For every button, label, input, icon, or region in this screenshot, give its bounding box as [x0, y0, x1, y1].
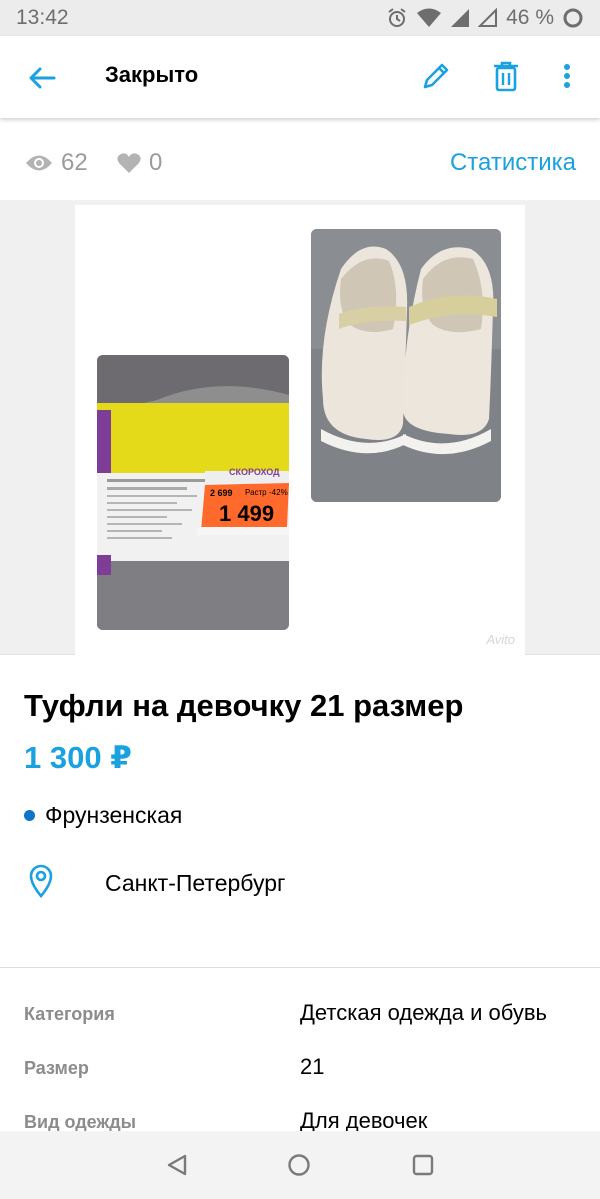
- box-photo: СКОРОХОД 2 699 Растр -42% 1 499: [97, 355, 289, 630]
- views-count: 62: [61, 149, 88, 176]
- favorites-counter: 0: [117, 149, 162, 177]
- metro-line-dot-icon: [24, 810, 35, 821]
- section-divider: [0, 967, 600, 968]
- item-title: Туфли на девочку 21 размер: [24, 688, 464, 723]
- box-discount: -42%: [269, 488, 288, 497]
- pencil-icon: [423, 63, 449, 89]
- param-key: Размер: [24, 1058, 89, 1078]
- shoes-photo: [311, 229, 501, 502]
- param-row-size: Размер 21: [0, 1050, 600, 1090]
- signal-icon: [451, 9, 470, 27]
- more-vert-icon: [564, 64, 570, 88]
- alarm-icon: [388, 8, 406, 27]
- more-options-button[interactable]: [552, 56, 582, 96]
- param-value: 21: [300, 1054, 325, 1079]
- param-key: Категория: [24, 1004, 115, 1024]
- shoes-photo-image: [311, 229, 501, 502]
- battery-percent: 46 %: [506, 6, 554, 29]
- box-small-price: 2 699: [210, 488, 233, 498]
- signal-empty-icon: [478, 8, 498, 27]
- watermark-text: Avito: [486, 632, 515, 647]
- nav-recent-apps-icon[interactable]: [411, 1153, 435, 1177]
- param-row-category: Категория Детская одежда и обувь: [0, 996, 600, 1036]
- nav-back-icon[interactable]: [165, 1153, 189, 1177]
- metro-station: Фрунзенская: [24, 802, 182, 829]
- box-brand-label: СКОРОХОД: [229, 467, 280, 477]
- screen: 13:42 46 % Закрыто 62 0 Статистика СКОРО…: [0, 0, 600, 1199]
- delete-button[interactable]: [486, 56, 526, 96]
- edit-button[interactable]: [416, 56, 456, 96]
- status-time: 13:42: [16, 6, 69, 29]
- heart-icon: [117, 153, 141, 173]
- views-counter: 62: [25, 149, 88, 177]
- status-bar: 13:42 46 %: [0, 0, 600, 36]
- box-price-tag: 1 499: [219, 501, 275, 526]
- city-name: Санкт-Петербург: [105, 870, 286, 896]
- eye-icon: [26, 155, 52, 171]
- param-key: Вид одежды: [24, 1112, 137, 1132]
- listing-photo[interactable]: СКОРОХОД 2 699 Растр -42% 1 499 Avito: [75, 205, 525, 655]
- wifi-icon: [417, 8, 442, 27]
- system-nav-bar: [0, 1131, 600, 1199]
- item-price: 1 300 ₽: [24, 740, 132, 775]
- page-title: Закрыто: [105, 62, 199, 87]
- location-pin-icon: [29, 864, 53, 898]
- battery-icon: [563, 8, 583, 28]
- photo-gallery[interactable]: СКОРОХОД 2 699 Растр -42% 1 499 Avito: [0, 200, 600, 655]
- arrow-back-icon: [29, 67, 56, 89]
- status-icons: 46 %: [386, 6, 584, 30]
- stats-row: 62 0 Статистика: [0, 118, 600, 200]
- trash-icon: [494, 61, 518, 92]
- back-button[interactable]: [22, 58, 62, 98]
- nav-home-icon[interactable]: [287, 1153, 311, 1177]
- location-row[interactable]: Санкт-Петербург: [24, 862, 584, 906]
- top-app-bar: Закрыто: [0, 36, 600, 118]
- statistics-link[interactable]: Статистика: [450, 149, 576, 177]
- favorites-count: 0: [149, 149, 163, 176]
- param-value: Детская одежда и обувь: [300, 1000, 547, 1025]
- box-label-text: Растр: [245, 488, 267, 497]
- metro-station-name: Фрунзенская: [45, 802, 183, 828]
